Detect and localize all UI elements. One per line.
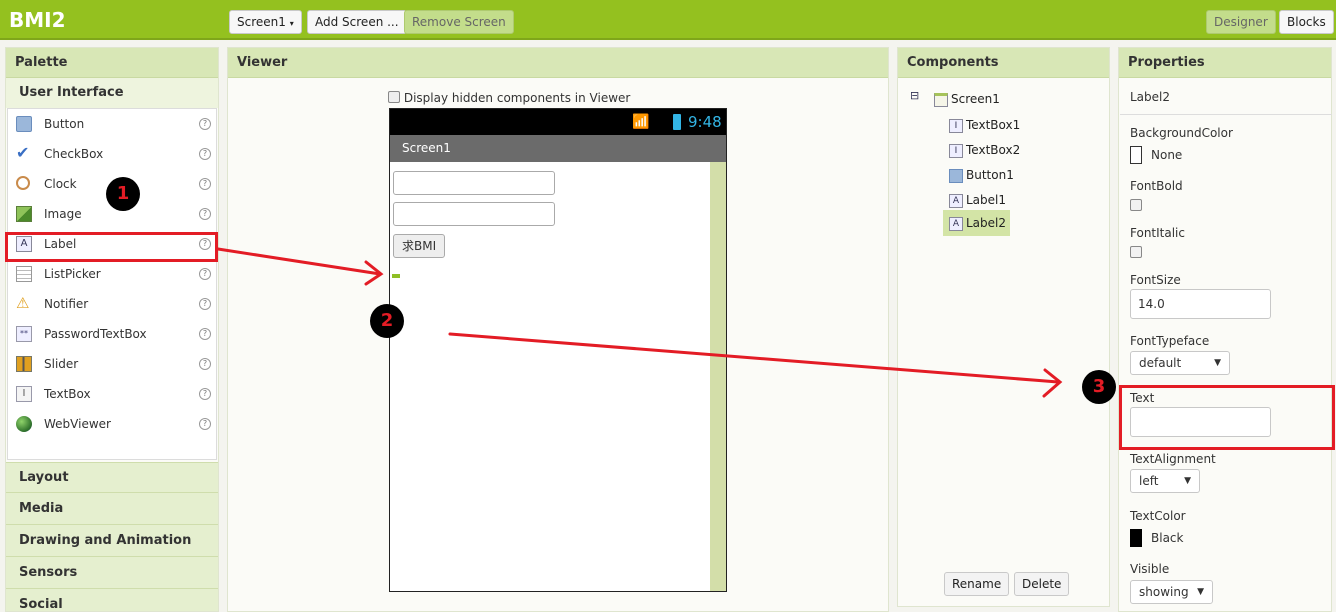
arrow-1-shaft: [216, 247, 382, 276]
step-badge-3: 3: [1082, 370, 1116, 404]
arrow-2-shaft: [448, 332, 1060, 384]
step-badge-1: 1: [106, 177, 140, 211]
step-badge-2: 2: [370, 304, 404, 338]
annotation-arrows: [216, 247, 1063, 398]
